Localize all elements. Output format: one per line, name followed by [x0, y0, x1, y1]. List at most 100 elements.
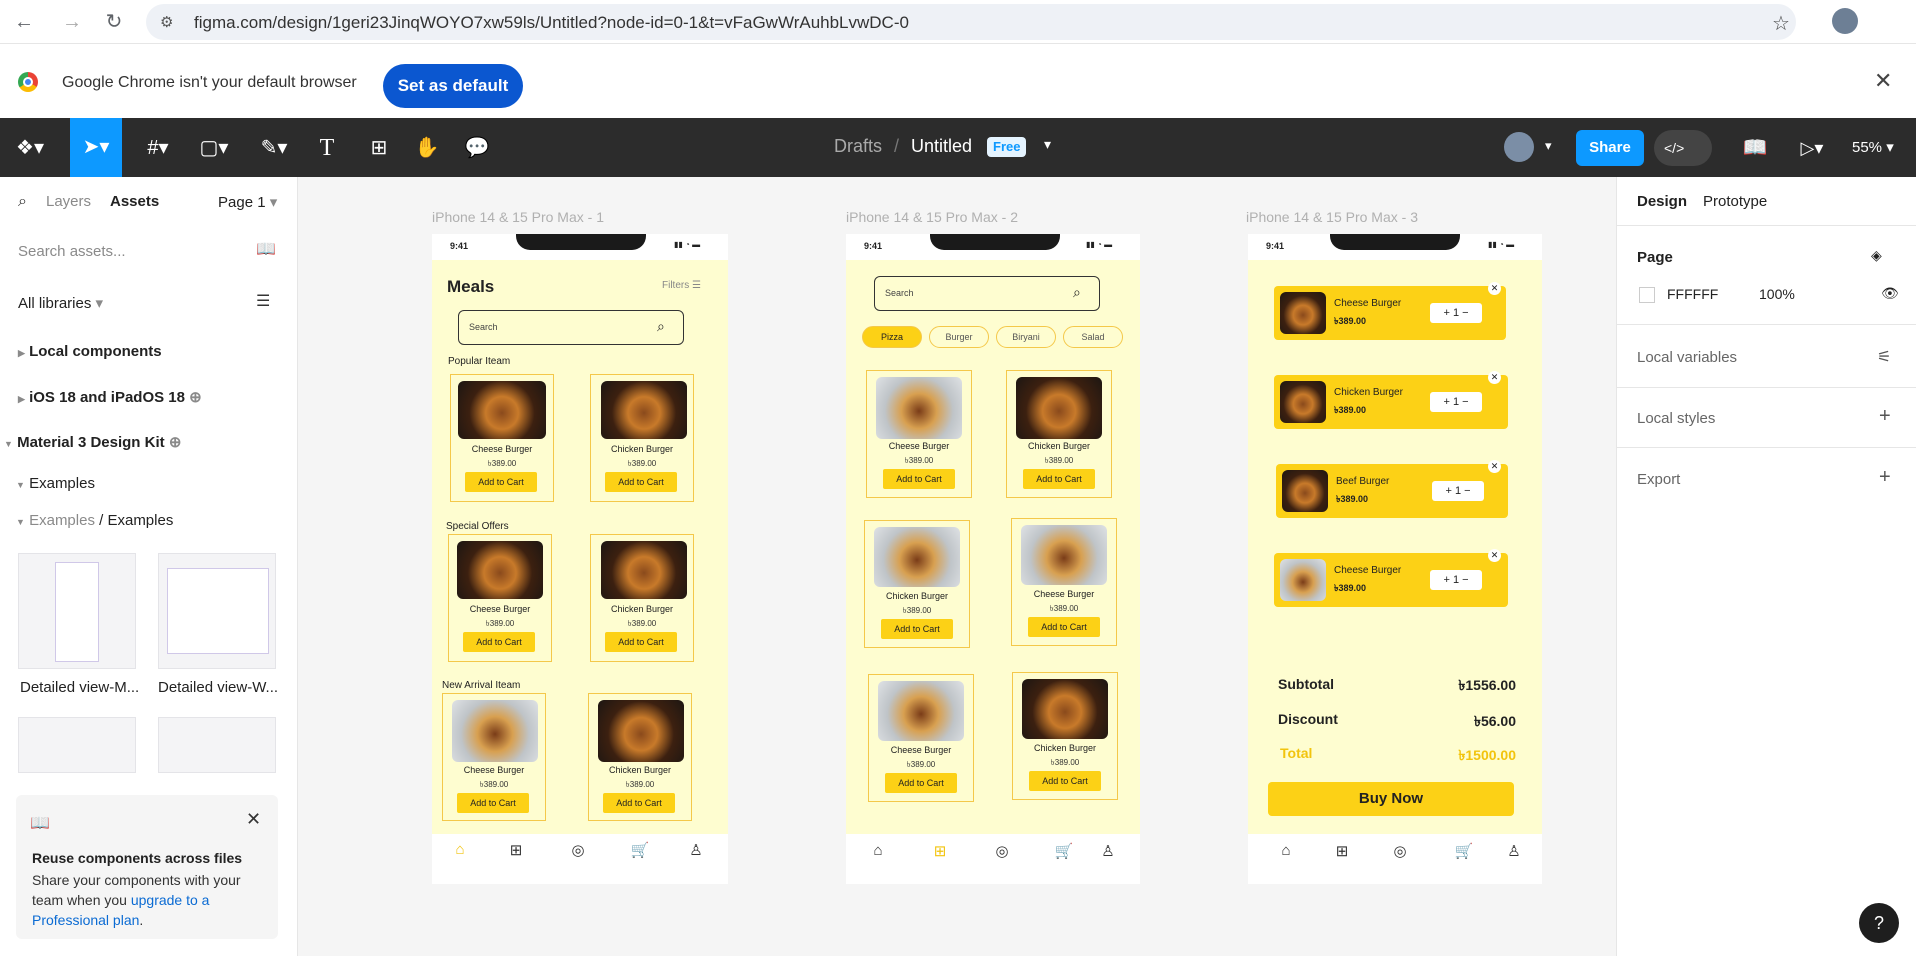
zoom-level[interactable]: 55% ▾: [1852, 138, 1894, 156]
add-to-cart-button[interactable]: Add to Cart: [883, 469, 955, 489]
group-examples[interactable]: ▼ Examples: [16, 475, 95, 492]
text-tool-icon[interactable]: T: [312, 132, 342, 164]
pen-tool-icon[interactable]: ✎▾: [254, 132, 294, 164]
home-icon[interactable]: ⌂: [868, 842, 888, 859]
product-card[interactable]: Cheese Burger ৳389.00 Add to Cart: [448, 534, 552, 662]
remove-item-icon[interactable]: ✕: [1488, 282, 1501, 295]
remove-item-icon[interactable]: ✕: [1488, 460, 1501, 473]
add-to-cart-button[interactable]: Add to Cart: [881, 619, 953, 639]
buy-now-button[interactable]: Buy Now: [1268, 782, 1514, 816]
address-bar[interactable]: ⚙ figma.com/design/1geri23JinqWOYO7xw59l…: [146, 4, 1796, 40]
site-settings-icon[interactable]: ⚙: [160, 13, 173, 31]
page-opacity-value[interactable]: 100%: [1759, 286, 1795, 302]
close-infobar-icon[interactable]: ✕: [1874, 68, 1892, 94]
file-menu-chevron-icon[interactable]: ▾: [1044, 136, 1051, 153]
comment-tool-icon[interactable]: 💬: [462, 132, 492, 164]
home-icon[interactable]: ⌂: [1276, 842, 1296, 859]
cart-icon[interactable]: 🛒: [1454, 842, 1474, 860]
add-to-cart-button[interactable]: Add to Cart: [1023, 469, 1095, 489]
variables-icon[interactable]: ⚟: [1877, 347, 1891, 367]
cart-item[interactable]: Cheese Burger ৳389.00 + 1 − ✕: [1274, 282, 1506, 340]
all-libraries-dropdown[interactable]: All libraries ▾: [18, 294, 103, 312]
add-to-cart-button[interactable]: Add to Cart: [605, 472, 677, 492]
set-default-button[interactable]: Set as default: [383, 64, 523, 108]
home-icon[interactable]: ⌂: [450, 841, 470, 858]
section-local-components[interactable]: ▶ Local components: [18, 343, 162, 360]
add-to-cart-button[interactable]: Add to Cart: [463, 632, 535, 652]
remove-item-icon[interactable]: ✕: [1488, 371, 1501, 384]
avatar-chevron-icon[interactable]: ▾: [1545, 138, 1552, 154]
filters-button[interactable]: Filters ☰: [662, 280, 701, 291]
phone-frame-categories[interactable]: 9:41 ▮▮ ◔ ▬ Search ⌕ Pizza Burger Biryan…: [846, 234, 1140, 834]
quantity-stepper[interactable]: + 1 −: [1430, 392, 1482, 412]
frame-label[interactable]: iPhone 14 & 15 Pro Max - 3: [1246, 209, 1418, 225]
section-material3[interactable]: ▼ Material 3 Design Kit ⊕: [4, 433, 181, 451]
cart-icon[interactable]: 🛒: [1054, 842, 1074, 860]
reload-icon[interactable]: ↻: [102, 10, 126, 34]
hand-tool-icon[interactable]: ✋: [412, 132, 442, 164]
file-name[interactable]: Untitled: [911, 136, 972, 157]
product-card[interactable]: Chicken Burger ৳389.00 Add to Cart: [590, 534, 694, 662]
library-book-icon[interactable]: 📖: [1740, 132, 1770, 164]
cart-icon[interactable]: 🛒: [630, 841, 650, 859]
compass-icon[interactable]: ◎: [992, 842, 1012, 860]
profile-icon[interactable]: ♙: [1504, 842, 1524, 860]
component-thumbnail[interactable]: [18, 717, 136, 773]
section-ios18[interactable]: ▶ iOS 18 and iPadOS 18 ⊕: [18, 388, 202, 406]
add-to-cart-button[interactable]: Add to Cart: [605, 632, 677, 652]
product-card[interactable]: Cheese Burger ৳389.00 Add to Cart: [1011, 518, 1117, 646]
close-icon[interactable]: ✕: [246, 809, 261, 830]
list-view-icon[interactable]: ☰: [256, 291, 270, 311]
product-card[interactable]: Cheese Burger ৳389.00 Add to Cart: [442, 693, 546, 821]
grid-icon[interactable]: ⊞: [1332, 842, 1352, 860]
product-card[interactable]: Cheese Burger ৳389.00 Add to Cart: [868, 674, 974, 802]
help-button[interactable]: ?: [1859, 903, 1899, 943]
quantity-stepper[interactable]: + 1 −: [1432, 481, 1484, 501]
compass-icon[interactable]: ◎: [568, 841, 588, 859]
present-play-icon[interactable]: ▷▾: [1794, 132, 1830, 164]
category-pill-burger[interactable]: Burger: [929, 326, 989, 348]
grid-icon[interactable]: ⊞: [506, 841, 526, 859]
component-thumbnail[interactable]: [18, 553, 136, 669]
back-icon[interactable]: ←: [12, 10, 36, 34]
product-card[interactable]: Chicken Burger ৳389.00 Add to Cart: [1012, 672, 1118, 800]
product-card[interactable]: Chicken Burger ৳389.00 Add to Cart: [1006, 370, 1112, 498]
local-variables[interactable]: Local variables: [1637, 349, 1737, 366]
product-card[interactable]: Chicken Burger ৳389.00 Add to Cart: [590, 374, 694, 502]
category-pill-salad[interactable]: Salad: [1063, 326, 1123, 348]
move-tool-icon[interactable]: ➤▾: [70, 118, 122, 177]
cart-item[interactable]: Beef Burger ৳389.00 + 1 − ✕: [1276, 460, 1508, 518]
add-to-cart-button[interactable]: Add to Cart: [603, 793, 675, 813]
profile-avatar[interactable]: [1832, 8, 1858, 34]
add-to-cart-button[interactable]: Add to Cart: [1028, 617, 1100, 637]
quantity-stepper[interactable]: + 1 −: [1430, 303, 1482, 323]
forward-icon[interactable]: →: [60, 10, 84, 34]
cart-item[interactable]: Chicken Burger ৳389.00 + 1 − ✕: [1274, 371, 1508, 429]
frame-label[interactable]: iPhone 14 & 15 Pro Max - 1: [432, 209, 604, 225]
add-to-cart-button[interactable]: Add to Cart: [885, 773, 957, 793]
search-assets-input[interactable]: Search assets...: [18, 243, 126, 260]
tab-prototype[interactable]: Prototype: [1703, 193, 1767, 210]
bookmark-star-icon[interactable]: ☆: [1772, 11, 1790, 36]
library-book-icon[interactable]: 📖: [256, 239, 276, 259]
local-styles[interactable]: Local styles: [1637, 410, 1715, 427]
cart-item[interactable]: Cheese Burger ৳389.00 + 1 − ✕: [1274, 549, 1508, 607]
tab-assets[interactable]: Assets: [110, 193, 159, 210]
phone-frame-cart[interactable]: 9:41 ▮▮ ◔ ▬ Cheese Burger ৳389.00 + 1 − …: [1248, 234, 1542, 834]
phone-frame-meals[interactable]: 9:41 ▮▮ ◔ ▬ Meals Filters ☰ Search ⌕ Pop…: [432, 234, 728, 834]
collaborator-avatar[interactable]: [1504, 132, 1534, 162]
search-input[interactable]: Search ⌕: [458, 310, 684, 345]
product-card[interactable]: Cheese Burger ৳389.00 Add to Cart: [450, 374, 554, 502]
dev-mode-toggle[interactable]: </>: [1654, 130, 1712, 166]
remove-item-icon[interactable]: ✕: [1488, 549, 1501, 562]
category-pill-pizza[interactable]: Pizza: [862, 326, 922, 348]
frame-tool-icon[interactable]: #▾: [138, 132, 178, 164]
compass-icon[interactable]: ◎: [1390, 842, 1410, 860]
product-card[interactable]: Cheese Burger ৳389.00 Add to Cart: [866, 370, 972, 498]
eye-icon[interactable]: 👁: [1881, 285, 1899, 302]
profile-icon[interactable]: ♙: [1098, 842, 1118, 860]
page-color-value[interactable]: FFFFFF: [1667, 286, 1718, 302]
main-menu-icon[interactable]: ❖▾: [12, 132, 48, 164]
product-card[interactable]: Chicken Burger ৳389.00 Add to Cart: [864, 520, 970, 648]
add-export-icon[interactable]: +: [1879, 466, 1891, 489]
